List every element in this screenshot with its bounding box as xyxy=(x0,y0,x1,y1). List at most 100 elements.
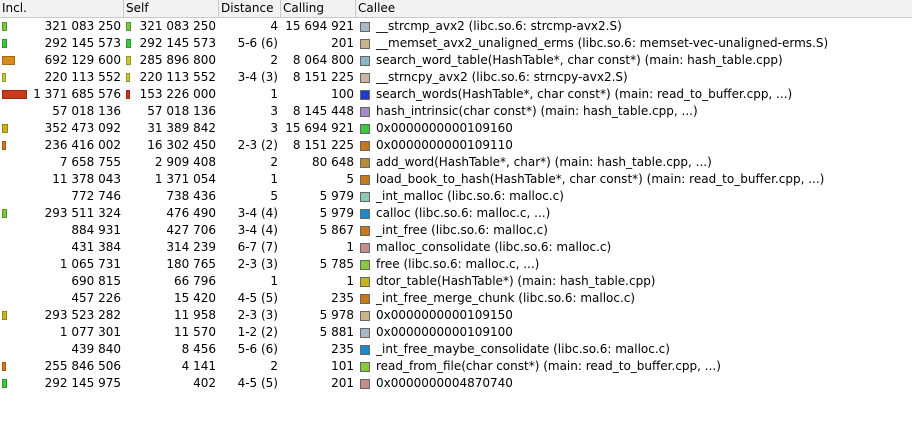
distance-value: 5-6 (6) xyxy=(237,342,278,356)
table-row[interactable]: 321 083 250 321 083 250 4 15 694 921 __strcm… xyxy=(0,18,912,35)
distance-value: 1 xyxy=(270,87,278,101)
callee-name: _int_free (libc.so.6: malloc.c) xyxy=(376,223,548,237)
distance-value: 4-5 (5) xyxy=(237,376,278,390)
table-row[interactable]: 692 129 600 285 896 800 2 8 064 800 search_w… xyxy=(0,52,912,69)
distance-value: 4-5 (5) xyxy=(237,291,278,305)
self-value: 2 909 408 xyxy=(154,155,216,169)
callee-name: 0x0000000000109160 xyxy=(376,121,513,135)
self-value: 66 796 xyxy=(174,274,216,288)
table-row[interactable]: 293 523 282 11 958 2-3 (3) 5 978 0x000000000… xyxy=(0,307,912,324)
calling-value: 80 648 xyxy=(312,155,354,169)
cost-color-swatch-icon xyxy=(360,141,370,151)
self-value: 15 420 xyxy=(174,291,216,305)
incl-value: 1 371 685 576 xyxy=(33,87,121,101)
callee-name: load_book_to_hash(HashTable*, char const… xyxy=(376,172,825,186)
calling-value: 5 881 xyxy=(319,325,354,339)
callee-name: 0x0000000000109110 xyxy=(376,138,513,152)
table-row[interactable]: 1 065 731 180 765 2-3 (3) 5 785 free (libc.s… xyxy=(0,256,912,273)
incl-value: 352 473 092 xyxy=(44,121,121,135)
self-value: 285 896 800 xyxy=(139,53,216,67)
distance-value: 3 xyxy=(270,104,278,118)
table-row[interactable]: 1 077 301 11 570 1-2 (2) 5 881 0x00000000001… xyxy=(0,324,912,341)
column-header-callee[interactable]: Callee xyxy=(356,0,912,17)
callee-name: 0x0000000000109150 xyxy=(376,308,513,322)
distance-value: 2 xyxy=(270,359,278,373)
callee-name: _int_malloc (libc.so.6: malloc.c) xyxy=(376,189,564,203)
calling-value: 15 694 921 xyxy=(285,19,354,33)
incl-value: 292 145 975 xyxy=(44,376,121,390)
calling-value: 235 xyxy=(331,291,354,305)
callee-name: read_from_file(char const*) (main: read_… xyxy=(376,359,721,373)
self-value: 31 389 842 xyxy=(147,121,216,135)
self-value: 153 226 000 xyxy=(139,87,216,101)
column-header-distance[interactable]: Distance xyxy=(219,0,281,17)
calling-value: 5 978 xyxy=(319,308,354,322)
distance-value: 6-7 (7) xyxy=(237,240,278,254)
calling-value: 235 xyxy=(331,342,354,356)
calling-value: 100 xyxy=(331,87,354,101)
callee-name: 0x0000000000109100 xyxy=(376,325,513,339)
table-row[interactable]: 1 371 685 576 153 226 000 1 100 search_words… xyxy=(0,86,912,103)
table-row[interactable]: 431 384 314 239 6-7 (7) 1 malloc_consolidate… xyxy=(0,239,912,256)
self-value: 738 436 xyxy=(166,189,216,203)
cost-color-swatch-icon xyxy=(360,311,370,321)
table-row[interactable]: 457 226 15 420 4-5 (5) 235 _int_free_merge_c… xyxy=(0,290,912,307)
calling-value: 201 xyxy=(331,376,354,390)
self-value: 16 302 450 xyxy=(147,138,216,152)
table-row[interactable]: 220 113 552 220 113 552 3-4 (3) 8 151 225 __… xyxy=(0,69,912,86)
calling-value: 5 785 xyxy=(319,257,354,271)
self-value: 476 490 xyxy=(166,206,216,220)
self-value: 220 113 552 xyxy=(139,70,216,84)
calling-value: 5 979 xyxy=(319,189,354,203)
distance-value: 5-6 (6) xyxy=(237,36,278,50)
table-row[interactable]: 57 018 136 57 018 136 3 8 145 448 hash_intri… xyxy=(0,103,912,120)
cost-color-swatch-icon xyxy=(360,362,370,372)
incl-value: 236 416 002 xyxy=(44,138,121,152)
distance-value: 1 xyxy=(270,274,278,288)
table-header: Incl. Self Distance Calling Callee xyxy=(0,0,912,18)
table-body: 321 083 250 321 083 250 4 15 694 921 __strcm… xyxy=(0,18,912,392)
self-value: 402 xyxy=(193,376,216,390)
table-row[interactable]: 292 145 975 402 4-5 (5) 201 0x00000000048707… xyxy=(0,375,912,392)
table-row[interactable]: 7 658 755 2 909 408 2 80 648 add_word(HashTa… xyxy=(0,154,912,171)
column-header-calling[interactable]: Calling xyxy=(281,0,356,17)
callee-name: _int_free_merge_chunk (libc.so.6: malloc… xyxy=(376,291,636,305)
distance-value: 2 xyxy=(270,53,278,67)
callee-name: hash_intrinsic(char const*) (main: hash_… xyxy=(376,104,698,118)
cost-color-swatch-icon xyxy=(360,209,370,219)
table-row[interactable]: 690 815 66 796 1 1 dtor_table(HashTable*) (m… xyxy=(0,273,912,290)
column-header-self[interactable]: Self xyxy=(124,0,219,17)
table-row[interactable]: 884 931 427 706 3-4 (4) 5 867 _int_free (lib… xyxy=(0,222,912,239)
cost-color-swatch-icon xyxy=(360,124,370,134)
incl-value: 293 511 324 xyxy=(44,206,121,220)
table-row[interactable]: 292 145 573 292 145 573 5-6 (6) 201 __memset… xyxy=(0,35,912,52)
table-row[interactable]: 255 846 506 4 141 2 101 read_from_file(char … xyxy=(0,358,912,375)
self-value: 292 145 573 xyxy=(139,36,216,50)
distance-value: 1 xyxy=(270,172,278,186)
cost-color-swatch-icon xyxy=(360,243,370,253)
callee-name: dtor_table(HashTable*) (main: hash_table… xyxy=(376,274,656,288)
callee-name: calloc (libc.so.6: malloc.c, ...) xyxy=(376,206,551,220)
calling-value: 5 xyxy=(346,172,354,186)
callee-name: search_word_table(HashTable*, char const… xyxy=(376,53,783,67)
self-value: 321 083 250 xyxy=(139,19,216,33)
table-row[interactable]: 11 378 043 1 371 054 1 5 load_book_to_hash(H… xyxy=(0,171,912,188)
incl-value: 1 077 301 xyxy=(59,325,121,339)
cost-color-swatch-icon xyxy=(360,226,370,236)
callee-name: search_words(HashTable*, char const*) (m… xyxy=(376,87,793,101)
calling-value: 8 064 800 xyxy=(292,53,354,67)
table-row[interactable]: 293 511 324 476 490 3-4 (4) 5 979 calloc (li… xyxy=(0,205,912,222)
distance-value: 2-3 (3) xyxy=(237,308,278,322)
table-row[interactable]: 236 416 002 16 302 450 2-3 (2) 8 151 225 0x0… xyxy=(0,137,912,154)
column-header-incl[interactable]: Incl. xyxy=(0,0,124,17)
incl-value: 293 523 282 xyxy=(44,308,121,322)
incl-value: 692 129 600 xyxy=(44,53,121,67)
table-row[interactable]: 352 473 092 31 389 842 3 15 694 921 0x000000… xyxy=(0,120,912,137)
incl-value: 884 931 xyxy=(71,223,121,237)
table-row[interactable]: 772 746 738 436 5 5 979 _int_malloc (libc.so… xyxy=(0,188,912,205)
incl-value: 772 746 xyxy=(71,189,121,203)
distance-value: 2-3 (2) xyxy=(237,138,278,152)
cost-color-swatch-icon xyxy=(360,90,370,100)
incl-value: 690 815 xyxy=(71,274,121,288)
table-row[interactable]: 439 840 8 456 5-6 (6) 235 _int_free_maybe_co… xyxy=(0,341,912,358)
